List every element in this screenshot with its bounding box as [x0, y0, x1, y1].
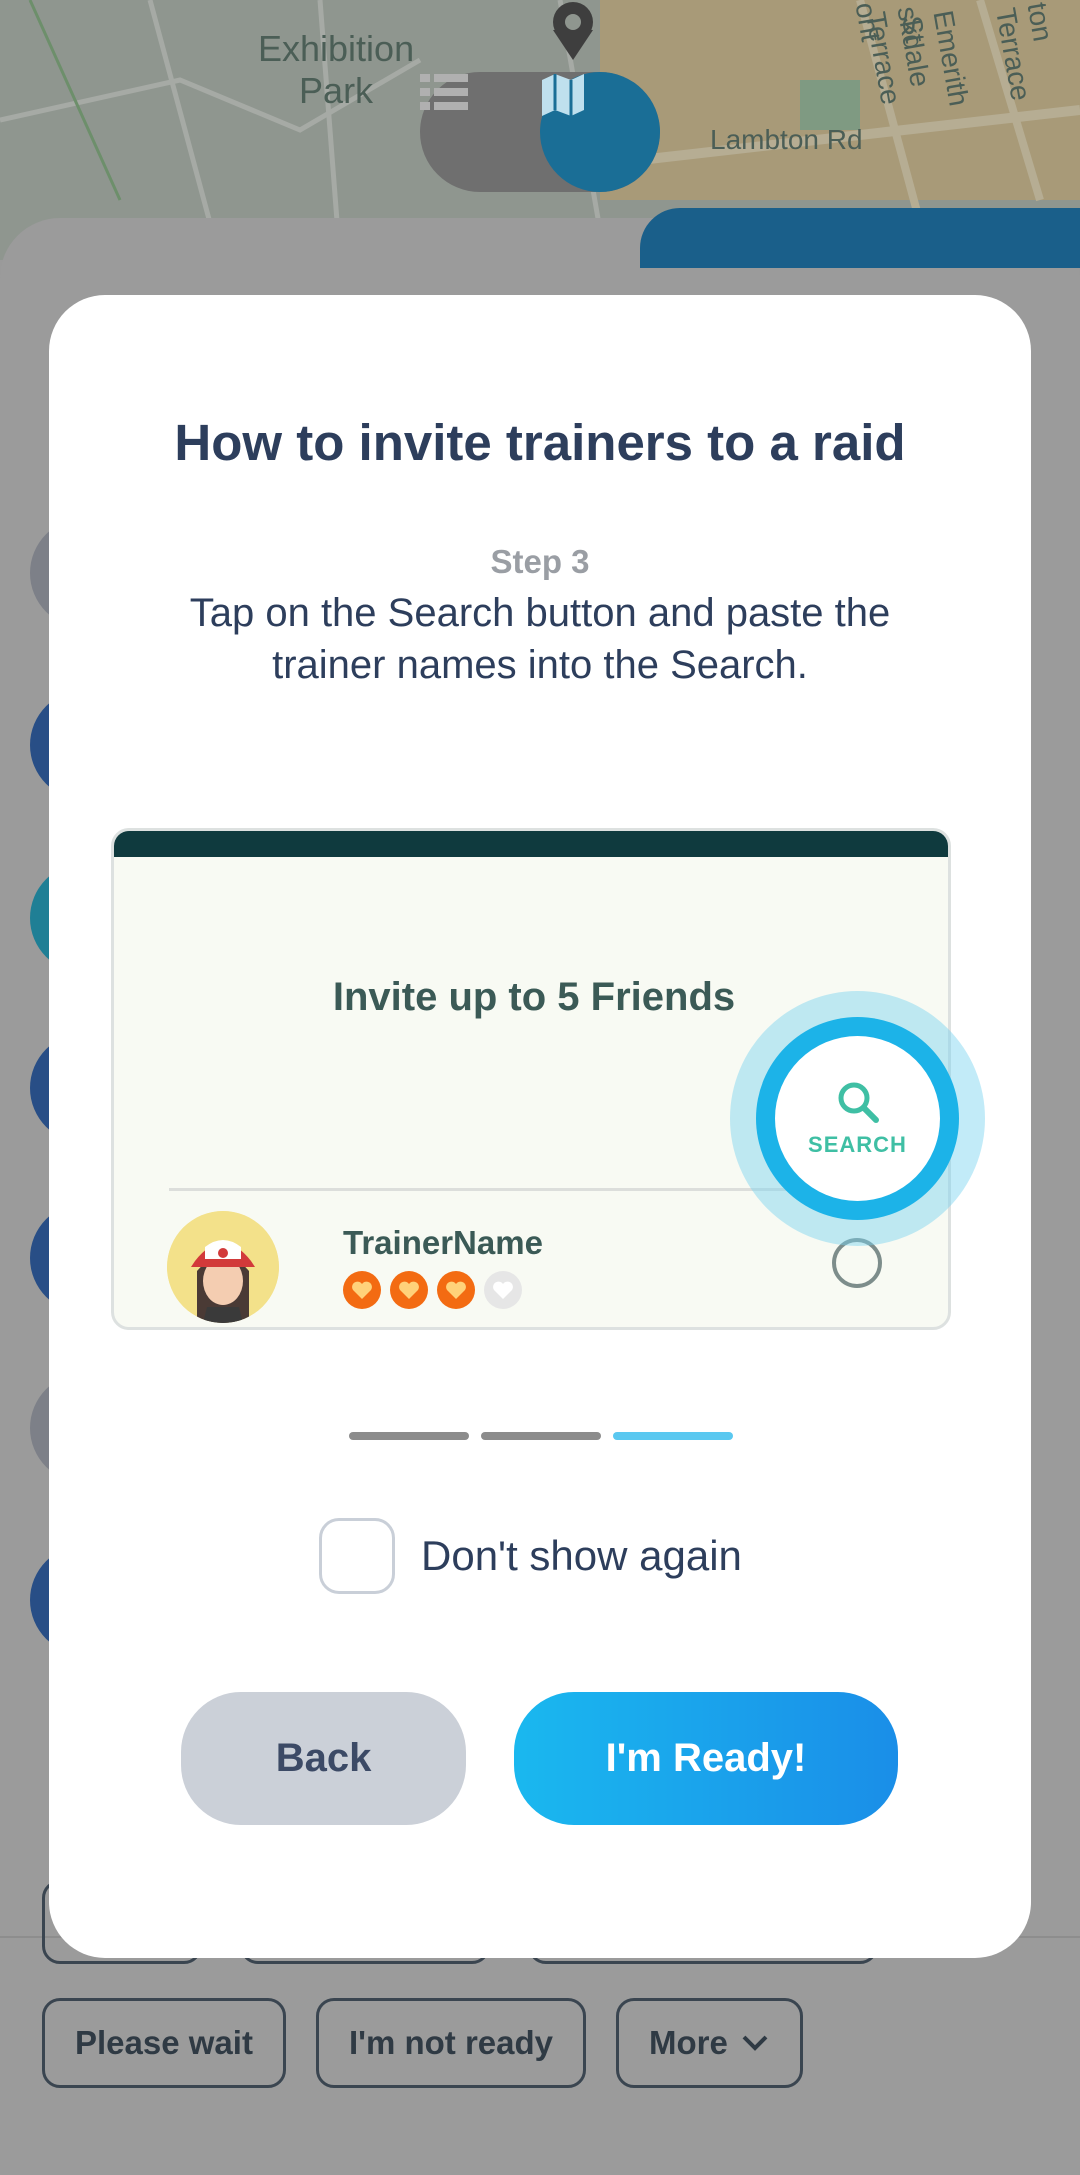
tutorial-illustration: Invite up to 5 Friends TrainerName SEARC…	[111, 828, 985, 1330]
map-icon	[542, 74, 584, 116]
illustration-divider	[169, 1188, 819, 1191]
map-view-button[interactable]	[540, 72, 660, 192]
invite-tutorial-modal: How to invite trainers to a raid Step 3 …	[49, 295, 1031, 1958]
pager-dot	[481, 1432, 601, 1440]
pager-dot-active	[613, 1432, 733, 1440]
list-icon	[420, 74, 468, 110]
quick-replies-row-2: Please wait I'm not ready More	[42, 1998, 803, 2088]
dont-show-again-checkbox[interactable]	[319, 1518, 395, 1594]
pager-dot	[349, 1432, 469, 1440]
step-pager	[349, 1432, 733, 1440]
location-pin-icon[interactable]	[548, 0, 598, 60]
quick-reply-please-wait[interactable]: Please wait	[42, 1998, 286, 2088]
back-button[interactable]: Back	[181, 1692, 466, 1825]
quick-reply-label: I'm not ready	[348, 2024, 554, 2061]
quick-reply-label: More	[649, 2024, 728, 2061]
heart-icon	[343, 1271, 381, 1309]
illustration-topbar	[114, 831, 948, 857]
trainer-name: TrainerName	[343, 1224, 543, 1261]
chevron-down-icon	[742, 2035, 768, 2051]
view-toggle	[420, 72, 660, 192]
map-label-park: Exhibition Park	[258, 28, 415, 111]
im-ready-button[interactable]: I'm Ready!	[514, 1692, 898, 1825]
trainer-avatar	[167, 1211, 279, 1323]
dont-show-again-row: Don't show again	[319, 1518, 742, 1594]
search-icon	[838, 1082, 879, 1123]
friendship-hearts	[343, 1271, 522, 1309]
map-label-ont: ont	[849, 0, 887, 44]
heart-empty-icon	[484, 1271, 522, 1309]
heart-icon	[437, 1271, 475, 1309]
trainer-avatar-image	[167, 1211, 279, 1323]
list-view-button[interactable]	[420, 72, 540, 192]
quick-reply-more[interactable]: More	[616, 1998, 803, 2088]
step-label: Step 3	[490, 543, 590, 580]
modal-title: How to invite trainers to a raid	[174, 414, 906, 471]
quick-reply-label: Please wait	[75, 2024, 253, 2061]
quick-reply-not-ready[interactable]: I'm not ready	[315, 1998, 587, 2088]
map-label-lambton: Lambton Rd	[710, 124, 863, 155]
illustration-search-button: SEARCH	[775, 1036, 940, 1201]
heart-icon	[390, 1271, 428, 1309]
bg-header-banner	[640, 208, 1080, 268]
search-label: SEARCH	[808, 1131, 907, 1157]
dont-show-again-label[interactable]: Don't show again	[421, 1532, 742, 1580]
step-description: Tap on the Search button and paste the t…	[189, 591, 891, 687]
